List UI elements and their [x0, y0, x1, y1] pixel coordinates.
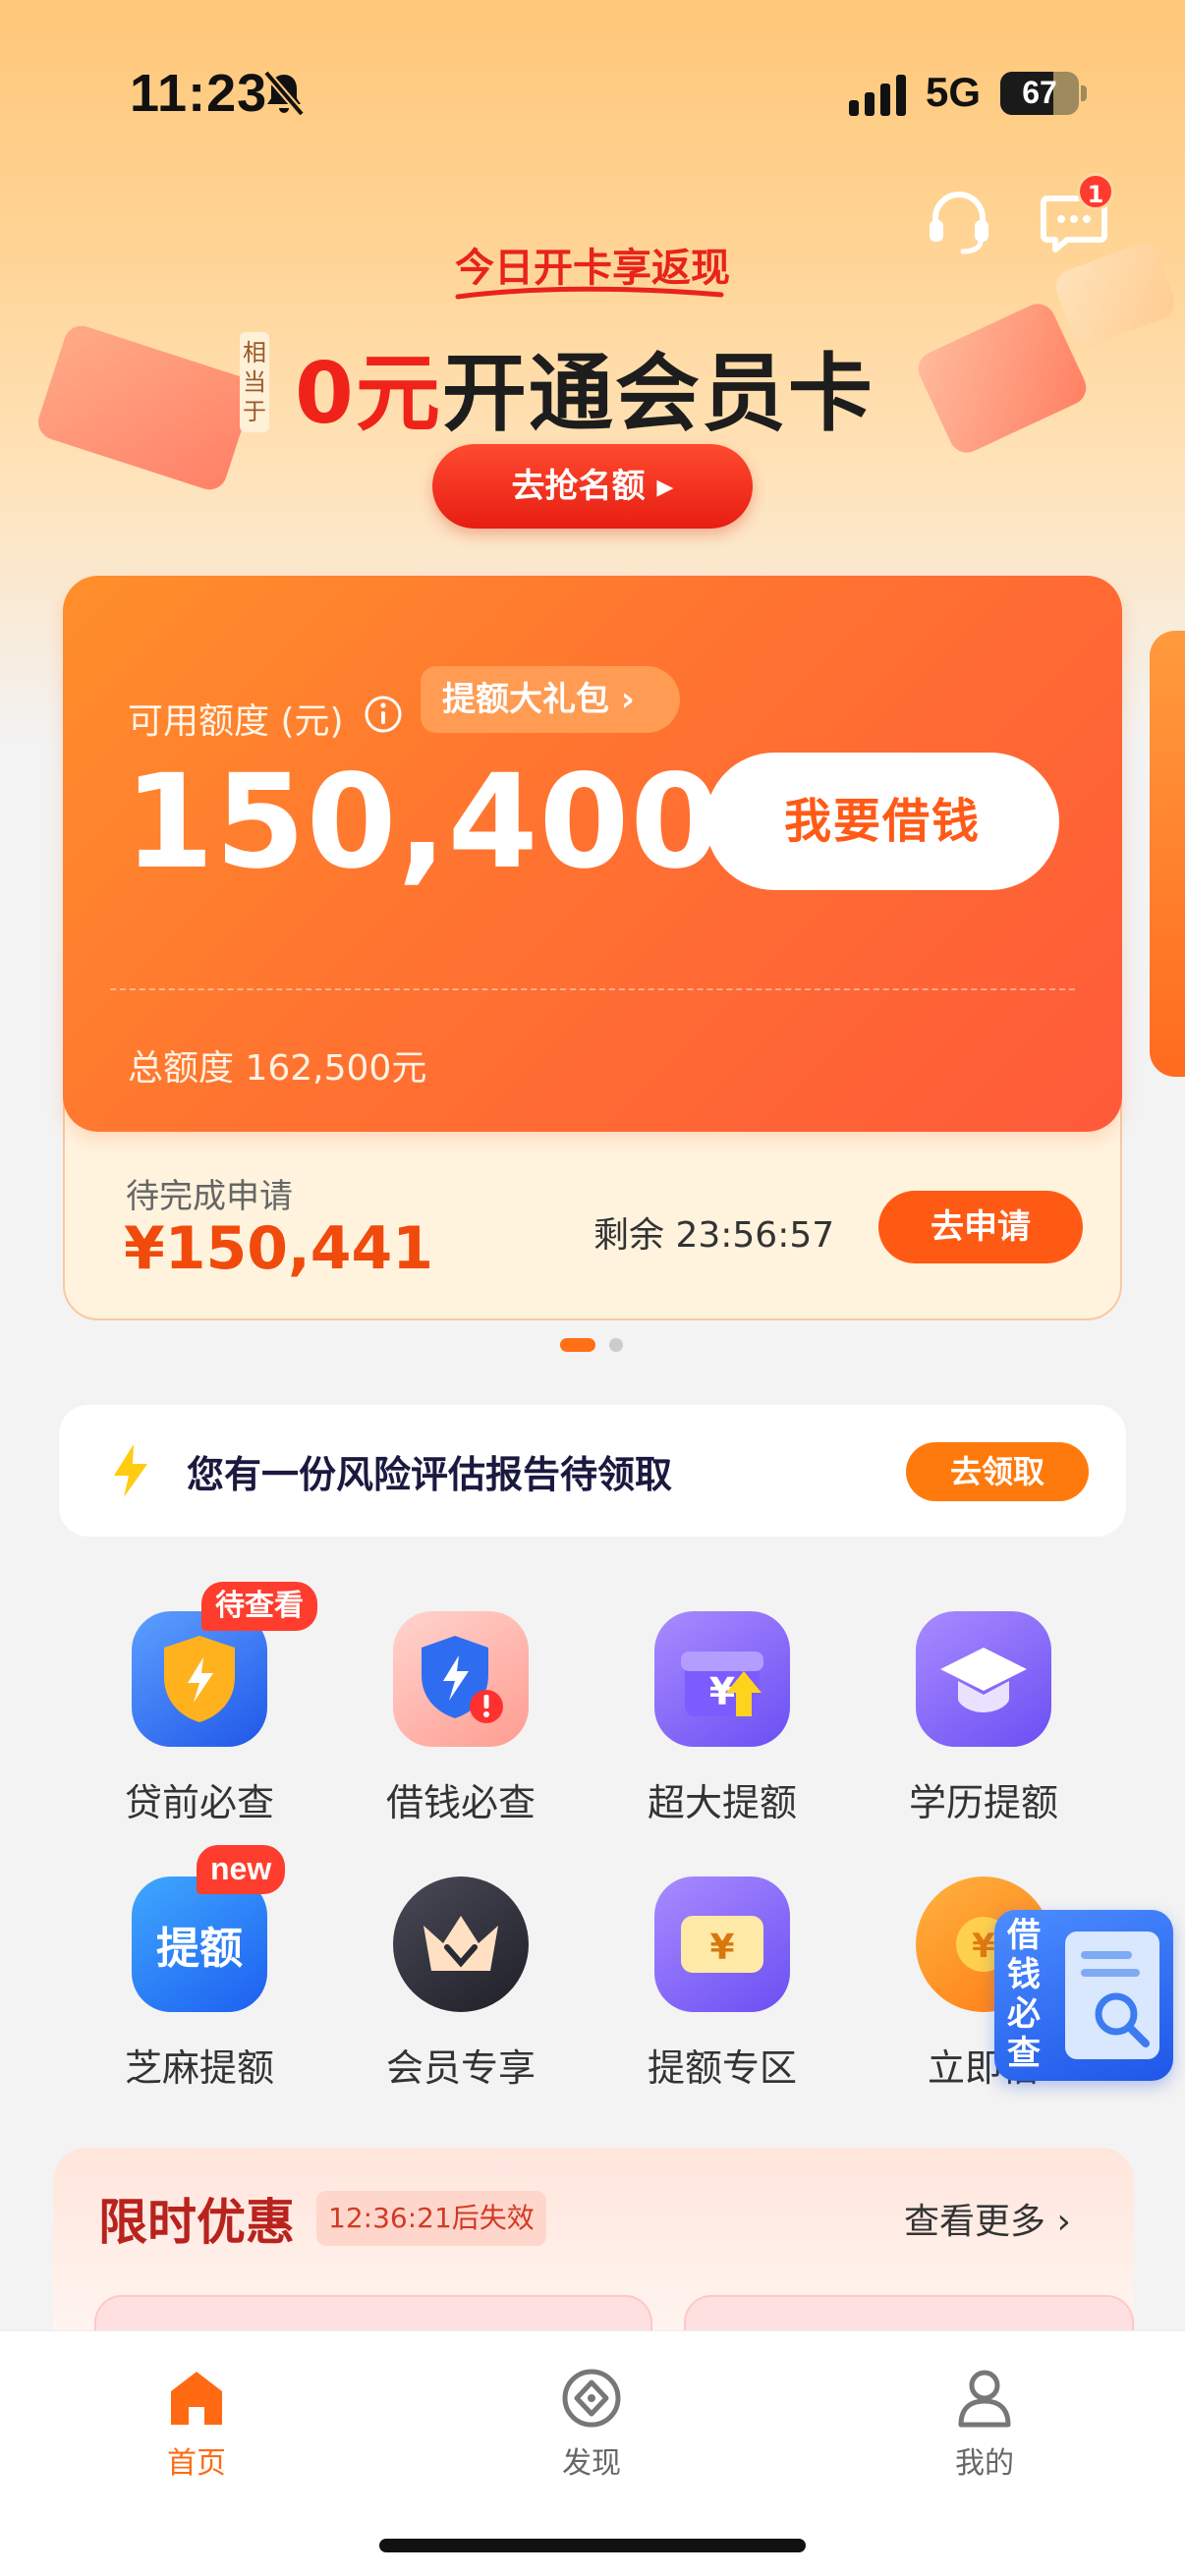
side-drawer-tab[interactable]	[1150, 631, 1185, 1077]
user-icon	[958, 2370, 1011, 2428]
pending-application-label: 待完成申请	[126, 1177, 293, 1216]
battery-level: 67	[1022, 75, 1057, 110]
svg-text:¥: ¥	[972, 1927, 995, 1966]
network-type: 5G	[926, 69, 982, 115]
offer-countdown: 12:36:21后失效	[316, 2191, 546, 2246]
tab-label: 首页	[167, 2446, 226, 2481]
tab-home[interactable]: 首页	[98, 2368, 295, 2482]
claim-report-button[interactable]: 去领取	[906, 1442, 1089, 1501]
grid-label: 芝麻提额	[124, 2046, 274, 2090]
home-indicator[interactable]	[379, 2539, 806, 2552]
apply-button[interactable]: 去申请	[878, 1191, 1083, 1263]
grid-label: 学历提额	[908, 1781, 1058, 1824]
alert-shield-icon	[393, 1611, 529, 1747]
available-credit-label: 可用额度 (元)	[128, 701, 344, 742]
card-divider	[110, 988, 1075, 990]
view-more-link[interactable]: 查看更多 ›	[904, 2193, 1071, 2244]
tab-label: 我的	[955, 2446, 1014, 2481]
total-credit-label: 总额度 162,500元	[128, 1048, 427, 1089]
grid-item-big-increase[interactable]: ¥ 超大提额	[624, 1611, 820, 1826]
grid-item-pre-loan-check[interactable]: 贷前必查	[101, 1611, 298, 1826]
battery-icon: 67	[1000, 72, 1079, 115]
gift-pack-label: 提额大礼包	[442, 680, 609, 719]
info-icon[interactable]	[364, 695, 403, 734]
credit-increase-icon: 提额	[132, 1876, 267, 2012]
tab-discover[interactable]: 发现	[493, 2368, 690, 2482]
banner-title: 0元开通会员卡	[295, 324, 875, 447]
banner-title-rest: 开通会员卡	[441, 345, 875, 443]
grid-label: 超大提额	[647, 1781, 797, 1824]
floating-widget-text: 借钱必查	[1007, 1916, 1041, 2073]
banner-title-highlight: 0元	[295, 345, 442, 443]
grid-label: 借钱必查	[385, 1781, 536, 1824]
tab-mine[interactable]: 我的	[886, 2368, 1083, 2482]
shield-icon	[132, 1611, 267, 1747]
banner-underline-swoosh	[455, 286, 724, 300]
grid-label: 会员专享	[385, 2046, 536, 2090]
cellular-signal-icon	[849, 75, 906, 116]
gift-box-icon: ¥	[654, 1611, 790, 1747]
pager-dot[interactable]	[609, 1338, 623, 1352]
grid-item-education-increase[interactable]: 学历提额	[885, 1611, 1082, 1826]
to-view-badge: 待查看	[201, 1582, 317, 1631]
svg-text:¥: ¥	[709, 1928, 734, 1968]
borrow-money-button[interactable]: 我要借钱	[705, 753, 1059, 890]
grid-label: 提额专区	[647, 2046, 797, 2090]
pager-dot-active[interactable]	[560, 1338, 595, 1352]
grab-quota-button[interactable]: 去抢名额 ▸	[432, 444, 753, 529]
new-badge: new	[197, 1845, 286, 1894]
grid-item-increase-zone[interactable]: ¥ 提额专区	[624, 1876, 820, 2092]
document-search-icon	[1065, 1932, 1159, 2059]
tab-label: 发现	[562, 2446, 621, 2481]
graduation-cap-icon	[916, 1611, 1051, 1747]
compass-icon	[562, 2369, 621, 2428]
silent-bell-icon	[262, 70, 306, 117]
limited-offer-title: 限时优惠	[98, 2194, 295, 2251]
available-credit-amount: 150,400	[124, 747, 722, 898]
grid-item-borrow-check[interactable]: 借钱必查	[363, 1611, 559, 1826]
risk-report-text: 您有一份风险评估报告待领取	[187, 1453, 673, 1496]
message-badge: 1	[1077, 173, 1114, 210]
pending-application-amount: ¥150,441	[124, 1214, 434, 1283]
coupon-icon: ¥	[654, 1876, 790, 2012]
status-time: 11:23	[130, 64, 268, 123]
remaining-time: 剩余 23:56:57	[593, 1215, 835, 1256]
grab-quota-label: 去抢名额	[511, 467, 646, 506]
icon-text: 提额	[156, 1924, 243, 1974]
lightning-icon	[114, 1444, 147, 1497]
battery-tip	[1081, 85, 1087, 101]
grid-item-sesame-increase[interactable]: 提额 芝麻提额	[101, 1876, 298, 2092]
view-more-label: 查看更多	[904, 2202, 1046, 2242]
grid-item-member-exclusive[interactable]: 会员专享	[363, 1876, 559, 2092]
grid-label: 贷前必查	[124, 1781, 274, 1824]
home-icon	[171, 2372, 222, 2425]
gift-pack-tag[interactable]: 提额大礼包 ›	[421, 666, 680, 733]
crown-icon	[393, 1876, 529, 2012]
banner-side-label: 相当于	[240, 332, 269, 432]
